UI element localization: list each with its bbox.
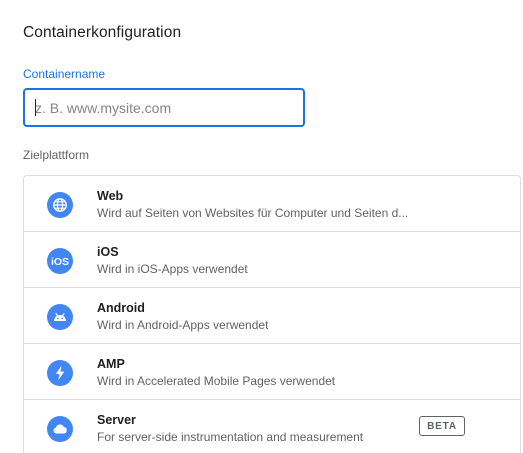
container-configuration-page: Containerkonfiguration Containername Zie… [0, 0, 523, 453]
container-name-field[interactable] [23, 88, 305, 127]
container-name-label: Containername [23, 67, 106, 81]
container-name-input[interactable] [35, 99, 303, 116]
text-cursor [35, 99, 36, 116]
cloud-icon [47, 416, 73, 442]
platform-description: Wird in iOS-Apps verwendet [97, 262, 248, 276]
platform-description: Wird auf Seiten von Websites für Compute… [97, 206, 409, 220]
platform-name: Web [97, 189, 124, 203]
platform-description: Wird in Accelerated Mobile Pages verwend… [97, 374, 336, 388]
lightning-bolt-icon [47, 360, 73, 386]
platform-name: Android [97, 301, 145, 315]
platform-option-amp[interactable]: AMP Wird in Accelerated Mobile Pages ver… [24, 344, 520, 400]
beta-badge: BETA [419, 416, 465, 436]
platform-option-server[interactable]: Server For server-side instrumentation a… [24, 400, 520, 453]
platform-list: Web Wird auf Seiten von Websites für Com… [23, 175, 521, 453]
platform-option-web[interactable]: Web Wird auf Seiten von Websites für Com… [24, 176, 520, 232]
platform-option-android[interactable]: Android Wird in Android-Apps verwendet [24, 288, 520, 344]
globe-icon [47, 192, 73, 218]
platform-description: For server-side instrumentation and meas… [97, 430, 364, 444]
svg-text:iOS: iOS [51, 256, 69, 267]
platform-name: Server [97, 413, 136, 427]
ios-icon: iOS [47, 248, 73, 274]
platform-option-ios[interactable]: iOS iOS Wird in iOS-Apps verwendet [24, 232, 520, 288]
platform-description: Wird in Android-Apps verwendet [97, 318, 269, 332]
platform-name: iOS [97, 245, 119, 259]
target-platform-label: Zielplattform [23, 148, 90, 162]
page-title: Containerkonfiguration [23, 24, 182, 41]
platform-name: AMP [97, 357, 125, 371]
android-icon [47, 304, 73, 330]
